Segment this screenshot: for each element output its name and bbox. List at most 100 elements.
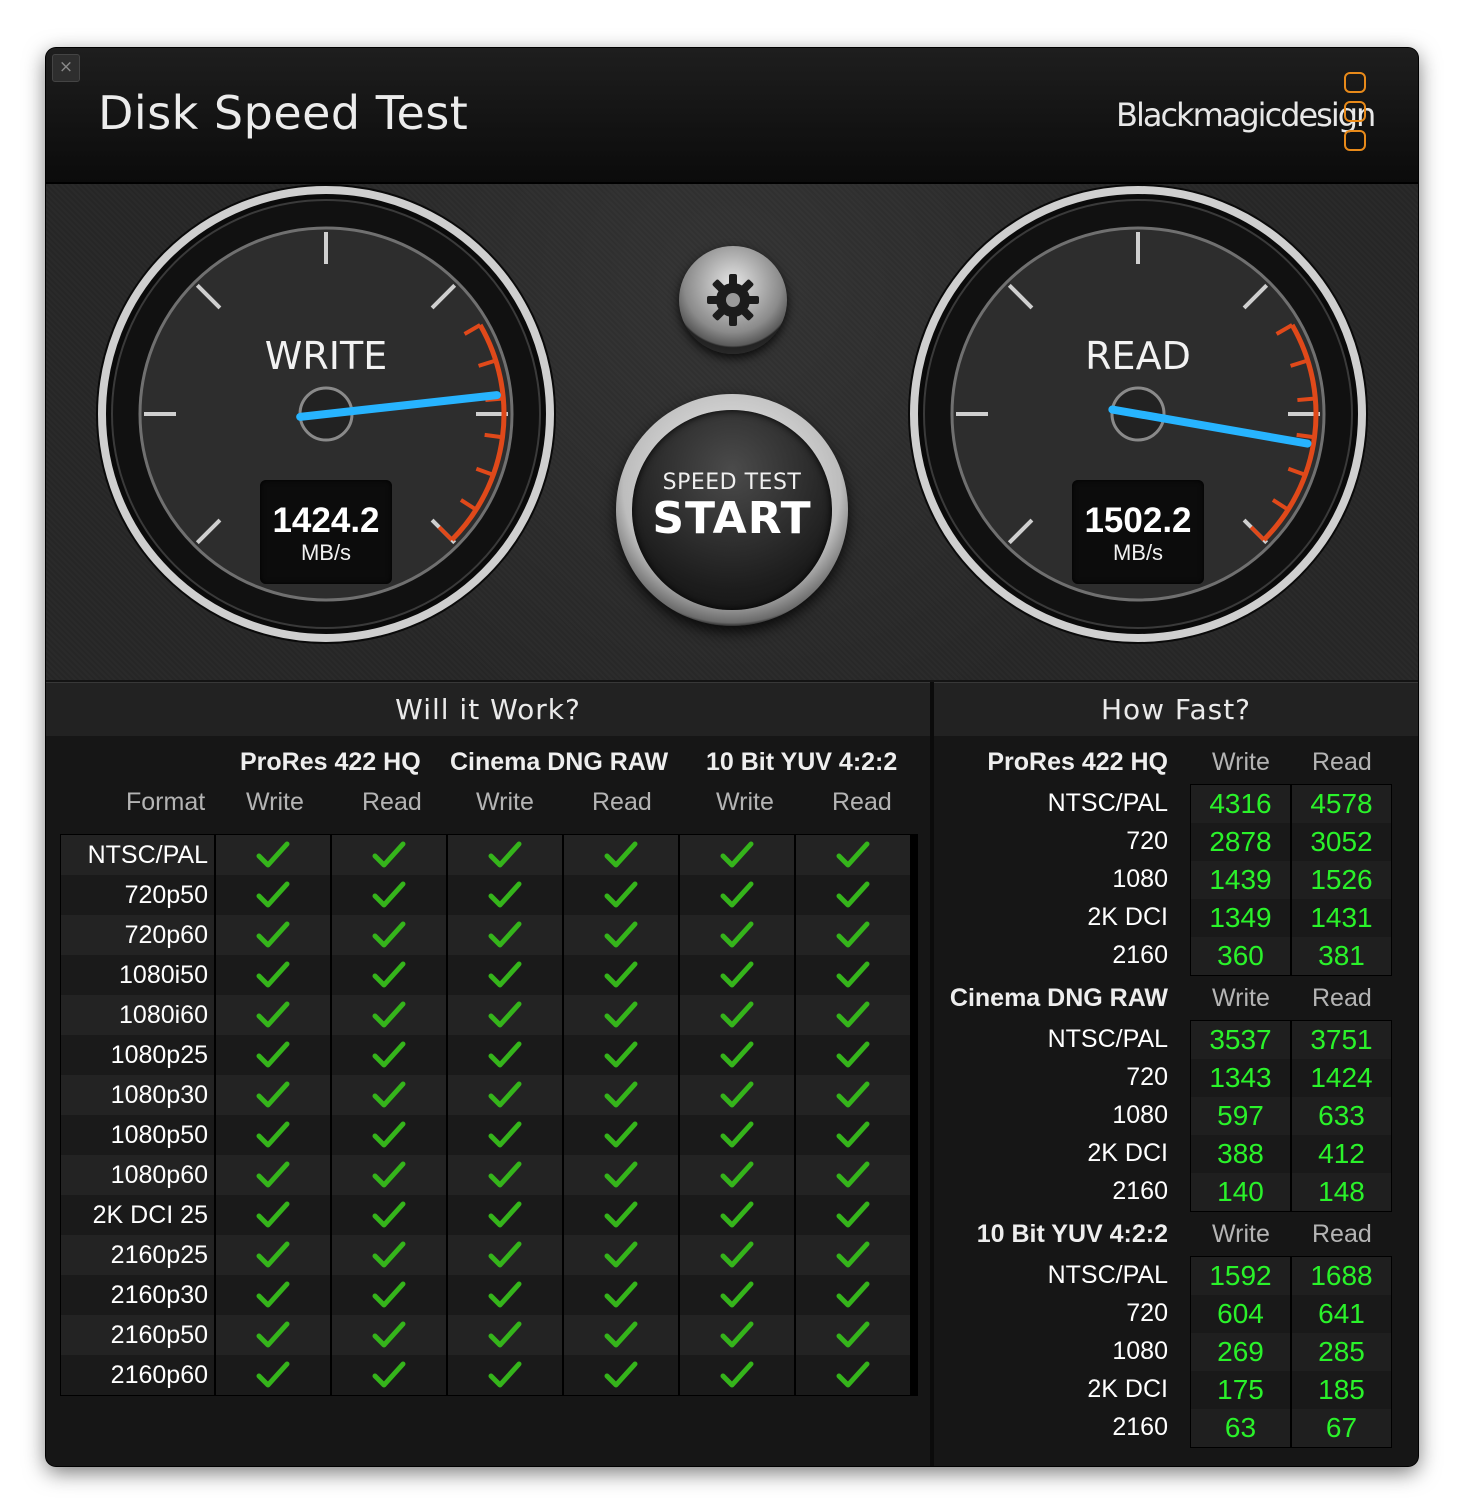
format-name: 2K DCI (1087, 903, 1168, 931)
compatibility-cell (446, 1355, 562, 1395)
speed-row: 269 285 (1191, 1333, 1391, 1371)
write-column-label: Write (1212, 984, 1270, 1012)
checkmark-icon (488, 1161, 522, 1188)
compatibility-cell (330, 1275, 446, 1315)
compatibility-cell (794, 1275, 910, 1315)
will-it-work-panel: ProRes 422 HQ Cinema DNG RAW 10 Bit YUV … (46, 736, 930, 1466)
speed-row: 360 381 (1191, 937, 1391, 975)
compatibility-cell (794, 915, 910, 955)
write-speed-value: 1424.2 (272, 501, 380, 540)
compatibility-cell (330, 955, 446, 995)
checkmark-icon (720, 1321, 754, 1348)
checkmark-icon (488, 1241, 522, 1268)
how-fast-group: 10 Bit YUV 4:2:2 Write Read NTSC/PAL 720 1080… (934, 1220, 1418, 1456)
compatibility-cell (214, 1075, 330, 1115)
cinema-dng-read-label: Read (592, 788, 652, 816)
table-row: 1080p50 (61, 1115, 917, 1155)
speed-values-box: 1592 1688 604 641 269 285 175 185 63 67 (1190, 1256, 1392, 1448)
compatibility-cell (678, 1235, 794, 1275)
format-name: 1080 (1112, 1337, 1168, 1365)
compatibility-cell (214, 1155, 330, 1195)
read-fps-value: 185 (1292, 1371, 1391, 1409)
format-name: 720 (1126, 827, 1168, 855)
checkmark-icon (836, 921, 870, 948)
checkmark-icon (256, 1001, 290, 1028)
checkmark-icon (836, 1281, 870, 1308)
format-name: 1080p60 (61, 1155, 214, 1195)
checkmark-icon (604, 921, 638, 948)
speed-values-box: 3537 3751 1343 1424 597 633 388 412 140 148 (1190, 1020, 1392, 1212)
checkmark-icon (836, 1041, 870, 1068)
table-row: 1080i60 (61, 995, 917, 1035)
write-fps-value: 175 (1191, 1371, 1290, 1409)
speed-row: 3537 3751 (1191, 1021, 1391, 1059)
read-fps-value: 4578 (1292, 785, 1391, 823)
gear-icon (707, 274, 759, 326)
checkmark-icon (720, 1201, 754, 1228)
compatibility-cell (330, 1315, 446, 1355)
speed-row: 1592 1688 (1191, 1257, 1391, 1295)
checkmark-icon (604, 1041, 638, 1068)
format-name: 720 (1126, 1063, 1168, 1091)
checkmark-icon (604, 1241, 638, 1268)
codec-heading-cinema-dng: Cinema DNG RAW (450, 748, 669, 776)
format-name: 2160 (1112, 1177, 1168, 1205)
table-row: 2K DCI 25 (61, 1195, 917, 1235)
compatibility-cell (330, 1155, 446, 1195)
compatibility-cell (678, 1355, 794, 1395)
how-fast-group: Cinema DNG RAW Write Read NTSC/PAL 720 1080 2K… (934, 984, 1418, 1220)
table-row: 720p50 (61, 875, 917, 915)
compatibility-cell (446, 1115, 562, 1155)
prores-read-label: Read (362, 788, 422, 816)
checkmark-icon (604, 1201, 638, 1228)
compatibility-cell (330, 1115, 446, 1155)
read-column-label: Read (1312, 984, 1372, 1012)
disk-speed-test-window: × Disk Speed Test Blackmagicdesign WRITE… (46, 48, 1418, 1466)
compatibility-cell (678, 1035, 794, 1075)
how-fast-header: How Fast? (934, 682, 1418, 738)
checkmark-icon (488, 1321, 522, 1348)
checkmark-icon (720, 1001, 754, 1028)
settings-button[interactable] (679, 246, 787, 354)
compatibility-cell (562, 1075, 678, 1115)
compatibility-cell (214, 835, 330, 875)
compatibility-cell (678, 995, 794, 1035)
compatibility-cell (446, 995, 562, 1035)
how-fast-group: ProRes 422 HQ Write Read NTSC/PAL 720 1080 2K … (934, 748, 1418, 984)
compatibility-cell (446, 1195, 562, 1235)
how-fast-panel: ProRes 422 HQ Write Read NTSC/PAL 720 1080 2K … (934, 736, 1418, 1466)
compatibility-cell (562, 1355, 678, 1395)
table-row: 720p60 (61, 915, 917, 955)
checkmark-icon (372, 1241, 406, 1268)
checkmark-icon (836, 1361, 870, 1388)
compatibility-cell (794, 1195, 910, 1235)
checkmark-icon (372, 1001, 406, 1028)
format-name: 2160p30 (61, 1275, 214, 1315)
write-fps-value: 360 (1191, 937, 1290, 975)
read-fps-value: 633 (1292, 1097, 1391, 1135)
format-name: 2160p60 (61, 1355, 214, 1395)
close-button[interactable]: × (52, 54, 80, 82)
format-name: NTSC/PAL (61, 835, 214, 875)
checkmark-icon (488, 841, 522, 868)
compatibility-cell (678, 1195, 794, 1235)
speed-row: 388 412 (1191, 1135, 1391, 1173)
compatibility-cell (214, 955, 330, 995)
checkmark-icon (488, 1041, 522, 1068)
write-speed-unit: MB/s (300, 540, 352, 565)
checkmark-icon (836, 1121, 870, 1148)
start-speed-test-button[interactable]: SPEED TEST START (616, 394, 848, 626)
write-fps-value: 63 (1191, 1409, 1290, 1447)
speed-row: 604 641 (1191, 1295, 1391, 1333)
compatibility-cell (214, 1115, 330, 1155)
compatibility-cell (446, 1235, 562, 1275)
compatibility-cell (794, 995, 910, 1035)
checkmark-icon (720, 1161, 754, 1188)
compatibility-cell (678, 955, 794, 995)
checkmark-icon (372, 1321, 406, 1348)
checkmark-icon (256, 841, 290, 868)
compatibility-cell (794, 1355, 910, 1395)
checkmark-icon (836, 1001, 870, 1028)
codec-heading: 10 Bit YUV 4:2:2 (976, 1220, 1168, 1248)
checkmark-icon (720, 921, 754, 948)
